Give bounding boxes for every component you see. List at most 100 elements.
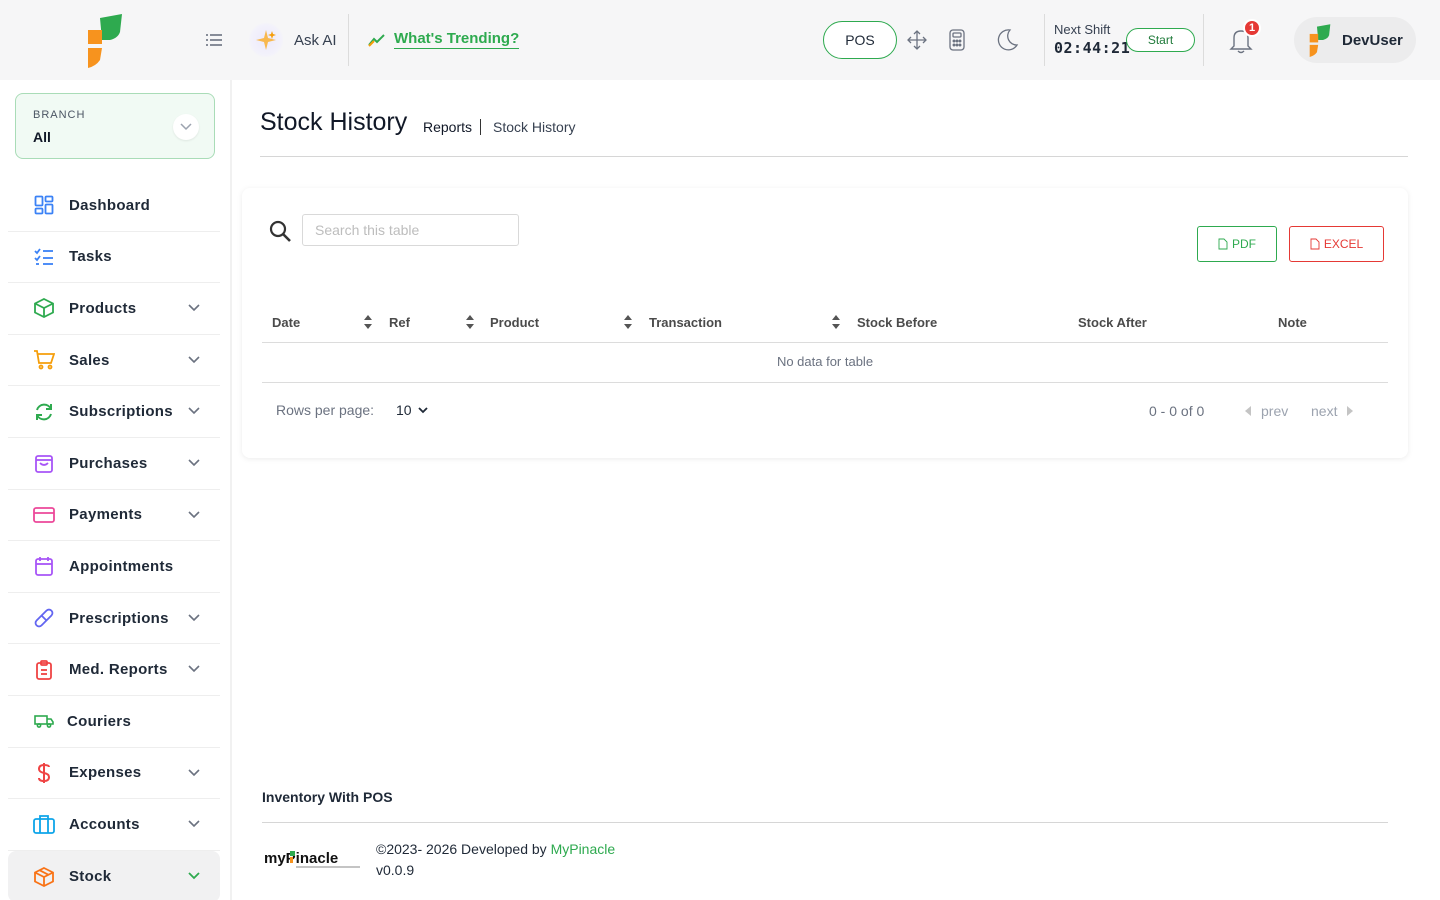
calculator-icon[interactable] (945, 28, 969, 52)
next-shift-label: Next Shift (1054, 22, 1111, 37)
branch-selector[interactable]: BRANCH All (15, 93, 215, 159)
sidebar-item-couriers[interactable]: Couriers (8, 696, 220, 748)
sidebar-item-expenses[interactable]: Expenses (8, 748, 220, 800)
breadcrumb-current: Stock History (493, 119, 576, 135)
sidebar-item-subscriptions[interactable]: Subscriptions (8, 386, 220, 438)
sidebar-item-stock[interactable]: Stock (8, 850, 220, 900)
breadcrumb-divider (480, 119, 482, 135)
export-pdf-button[interactable]: PDF (1197, 226, 1277, 262)
sidebar-item-label: Stock (69, 868, 112, 886)
sort-icon[interactable] (623, 314, 633, 330)
copyright-prefix: ©2023- 2026 Developed by (376, 841, 551, 857)
calendar-icon (33, 555, 55, 577)
column-header-stock-after: Stock After (1078, 315, 1147, 330)
chevron-down-icon (188, 510, 200, 518)
column-header-stock-before: Stock Before (857, 315, 938, 330)
breadcrumb: Reports Stock History (423, 119, 576, 135)
sidebar-item-label: Dashboard (69, 196, 151, 214)
page-title: Stock History (260, 108, 408, 136)
user-menu[interactable]: DevUser (1294, 17, 1416, 63)
sidebar-item-accounts[interactable]: Accounts (8, 799, 220, 851)
file-icon (1310, 238, 1320, 250)
divider (1203, 14, 1204, 66)
sidebar-item-label: Couriers (67, 712, 132, 730)
sort-icon[interactable] (465, 314, 475, 330)
prev-label: prev (1261, 403, 1289, 419)
clipboard-icon (33, 659, 55, 681)
app-logo[interactable] (86, 12, 124, 68)
sidebar-item-payments[interactable]: Payments (8, 490, 220, 542)
empty-table-message: No data for table (262, 343, 1388, 383)
chevron-down-icon (417, 406, 428, 413)
dollar-icon (33, 762, 55, 784)
column-header-product[interactable]: Product (490, 315, 539, 330)
briefcase-icon (33, 813, 55, 835)
divider (348, 14, 349, 66)
chevron-down-icon (188, 768, 200, 776)
sidebar-item-med-reports[interactable]: Med. Reports (8, 644, 220, 696)
dark-mode-moon-icon[interactable] (995, 28, 1019, 52)
column-header-date[interactable]: Date (272, 315, 300, 330)
footer-divider (262, 822, 1388, 823)
rows-per-page-select[interactable]: 10 (396, 402, 428, 418)
sidebar-item-label: Purchases (69, 454, 148, 472)
cart-icon (33, 349, 55, 371)
pdf-label: PDF (1232, 237, 1256, 251)
sidebar-item-purchases[interactable]: Purchases (8, 438, 220, 490)
dashboard-icon (33, 194, 55, 216)
sidebar-item-label: Appointments (69, 557, 174, 575)
developer-link[interactable]: MyPinacle (551, 841, 616, 857)
breadcrumb-reports-link[interactable]: Reports (423, 119, 472, 135)
excel-label: EXCEL (1323, 237, 1364, 251)
sort-icon[interactable] (831, 314, 841, 330)
notification-count-badge: 1 (1243, 19, 1261, 37)
bag-icon (33, 452, 55, 474)
rows-per-page-value: 10 (396, 402, 412, 418)
pos-button[interactable]: POS (823, 21, 897, 59)
next-shift-countdown: 02:44:21 (1054, 39, 1131, 57)
chevron-down-icon (188, 304, 200, 312)
sidebar-item-tasks[interactable]: Tasks (8, 232, 220, 284)
mypinacle-logo: myPinacle (264, 850, 360, 868)
avatar (1309, 24, 1331, 57)
pill-icon (33, 607, 55, 629)
trend-chart-icon (368, 33, 385, 47)
column-header-ref[interactable]: Ref (389, 315, 410, 330)
sidebar-item-label: Prescriptions (69, 609, 169, 627)
chevron-down-icon (188, 820, 200, 828)
caret-right-icon (1347, 406, 1354, 416)
sidebar-nav: Dashboard Tasks Products Sales Subscript… (8, 180, 220, 900)
chevron-down-icon (188, 407, 200, 415)
file-icon (1218, 238, 1228, 250)
sparkle-icon (248, 22, 284, 58)
fullscreen-move-icon[interactable] (905, 28, 929, 52)
prev-page-button[interactable]: prev (1245, 403, 1288, 419)
search-input[interactable] (302, 214, 519, 246)
sidebar-item-label: Products (69, 299, 137, 317)
next-page-button[interactable]: next (1311, 403, 1354, 419)
start-shift-button[interactable]: Start (1126, 28, 1195, 52)
branch-value: All (33, 129, 51, 145)
chevron-down-icon (173, 114, 199, 140)
sidebar-item-label: Med. Reports (69, 661, 168, 679)
whats-trending-label: What's Trending? (394, 30, 520, 49)
export-excel-button[interactable]: EXCEL (1289, 226, 1384, 262)
sidebar-item-label: Accounts (69, 815, 140, 833)
sidebar-item-sales[interactable]: Sales (8, 335, 220, 387)
whats-trending-link[interactable]: What's Trending? (368, 30, 520, 49)
sort-icon[interactable] (363, 314, 373, 330)
menu-toggle-icon[interactable] (204, 30, 224, 50)
ask-ai-button[interactable]: Ask AI (248, 22, 337, 58)
box-icon (33, 297, 55, 319)
sidebar: BRANCH All Dashboard Tasks Products Sale… (0, 80, 232, 900)
sidebar-item-dashboard[interactable]: Dashboard (8, 180, 220, 232)
sidebar-item-label: Subscriptions (69, 403, 173, 421)
stock-box-icon (33, 866, 55, 888)
user-name: DevUser (1342, 31, 1403, 49)
column-header-transaction[interactable]: Transaction (649, 315, 722, 330)
sidebar-item-appointments[interactable]: Appointments (8, 541, 220, 593)
truck-icon (33, 710, 55, 732)
footer-title: Inventory With POS (262, 789, 393, 805)
sidebar-item-prescriptions[interactable]: Prescriptions (8, 593, 220, 645)
sidebar-item-products[interactable]: Products (8, 283, 220, 335)
